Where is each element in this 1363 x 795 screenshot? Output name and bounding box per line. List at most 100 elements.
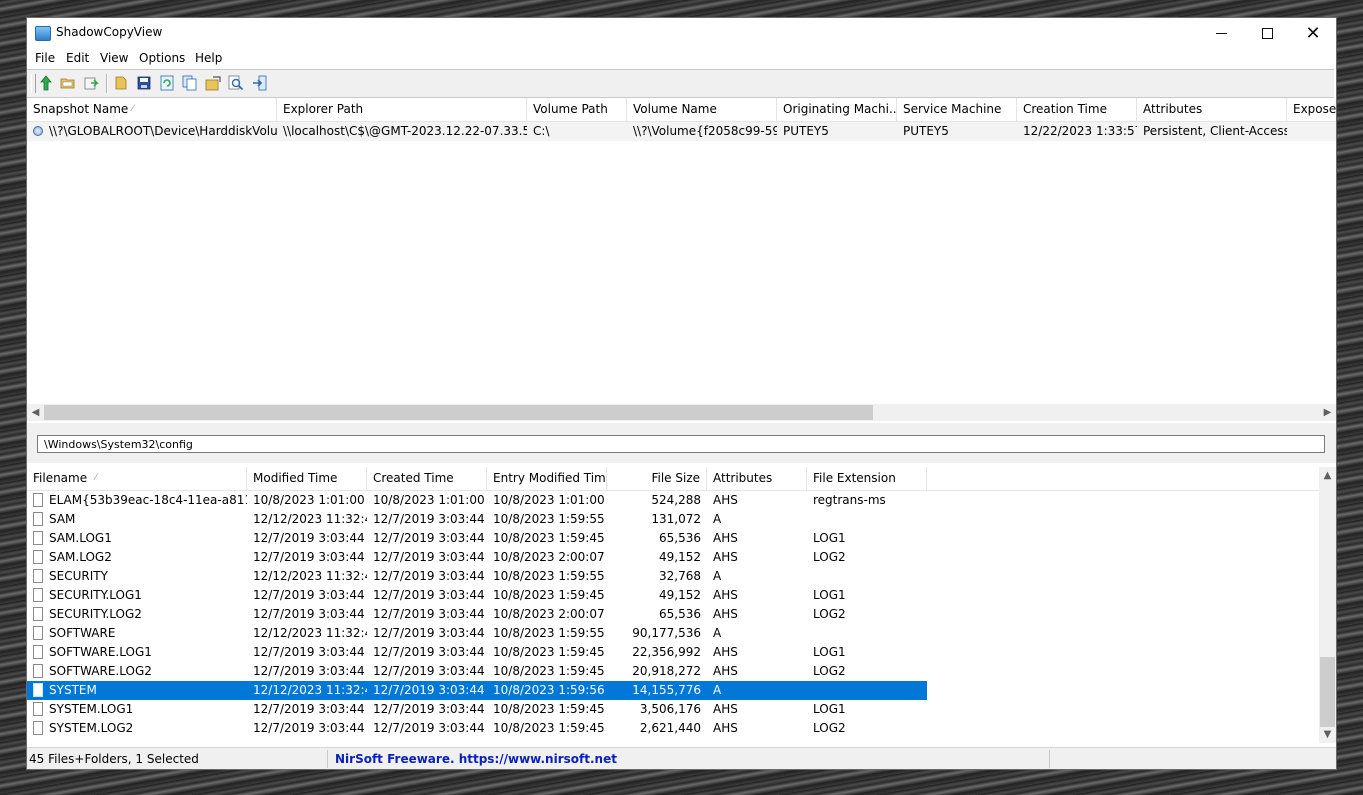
menu-edit[interactable]: Edit bbox=[66, 51, 89, 65]
file-size-cell: 2,621,440 bbox=[639, 721, 701, 735]
file-size-cell: 90,177,536 bbox=[632, 626, 701, 640]
file-row[interactable]: SECURITY.LOG1 12/7/2019 3:03:44 ... 12/7/2… bbox=[27, 586, 1319, 605]
file-size-cell: 14,155,776 bbox=[632, 683, 701, 697]
file-row[interactable]: ELAM{53b39eac-18c4-11ea-a811-0... 10/8/20… bbox=[27, 491, 1319, 510]
toolbar-copy-files-button[interactable] bbox=[82, 74, 100, 92]
close-button[interactable]: ✕ bbox=[1290, 18, 1336, 48]
toolbar bbox=[27, 69, 1334, 98]
attributes-cell: AHS bbox=[713, 607, 738, 621]
file-row[interactable]: SAM 12/12/2023 11:32:4... 12/7/2019 3:03:4… bbox=[27, 510, 1319, 529]
created-time-cell: 10/8/2023 1:01:00 ... bbox=[373, 493, 487, 507]
file-row[interactable]: SOFTWARE.LOG2 12/7/2019 3:03:44 ... 12/7/2… bbox=[27, 662, 1319, 681]
toolbar-find-button[interactable] bbox=[227, 74, 245, 92]
file-row[interactable]: SYSTEM.LOG2 12/7/2019 3:03:44 ... 12/7/201… bbox=[27, 719, 1319, 738]
entry-modified-time-cell: 10/8/2023 1:59:45 ... bbox=[493, 721, 607, 735]
scroll-left-icon[interactable]: ◀ bbox=[27, 404, 44, 421]
file-row[interactable]: SOFTWARE 12/12/2023 11:32:4... 12/7/2019 3… bbox=[27, 624, 1319, 643]
file-row[interactable]: SYSTEM.LOG1 12/7/2019 3:03:44 ... 12/7/201… bbox=[27, 700, 1319, 719]
column-header[interactable]: Explorer Path bbox=[277, 98, 527, 121]
file-row[interactable]: SYSTEM 12/12/2023 11:32:4... 12/7/2019 3:0… bbox=[27, 681, 927, 700]
column-header[interactable]: Modified Time bbox=[247, 467, 367, 490]
column-header[interactable]: Volume Name bbox=[627, 98, 777, 121]
created-time-cell: 12/7/2019 3:03:44 ... bbox=[373, 531, 487, 545]
column-header[interactable]: Volume Path bbox=[527, 98, 627, 121]
menu-options[interactable]: Options bbox=[139, 51, 185, 65]
toolbar-refresh-button[interactable] bbox=[37, 74, 55, 92]
entry-modified-time-cell: 10/8/2023 1:59:45 ... bbox=[493, 645, 607, 659]
scroll-right-icon[interactable]: ▶ bbox=[1319, 404, 1336, 421]
open-folder-icon bbox=[60, 78, 75, 89]
toolbar-exit-button[interactable] bbox=[251, 74, 269, 92]
horizontal-scrollbar[interactable]: ◀ ▶ bbox=[27, 404, 1336, 421]
attributes-cell: AHS bbox=[713, 664, 738, 678]
file-size-cell: 20,918,272 bbox=[632, 664, 701, 678]
attributes-cell: AHS bbox=[713, 645, 738, 659]
file-icon bbox=[33, 588, 43, 602]
toolbar-save-button[interactable] bbox=[135, 74, 153, 92]
path-bar bbox=[27, 423, 1336, 463]
minimize-icon bbox=[1215, 32, 1227, 34]
attributes-cell: A bbox=[713, 626, 722, 640]
toolbar-copy-button[interactable] bbox=[181, 74, 199, 92]
column-header[interactable]: Exposed bbox=[1287, 98, 1336, 121]
column-header[interactable]: Attributes bbox=[707, 467, 807, 490]
file-row[interactable]: SAM.LOG2 12/7/2019 3:03:44 ... 12/7/2019 3… bbox=[27, 548, 1319, 567]
filename-cell: SECURITY.LOG2 bbox=[49, 607, 142, 621]
modified-time-cell: 12/7/2019 3:03:44 ... bbox=[253, 721, 367, 735]
file-row[interactable]: SECURITY 12/12/2023 11:32:4... 12/7/2019 3… bbox=[27, 567, 1319, 586]
filename-cell: SECURITY bbox=[49, 569, 108, 583]
file-size-cell: 22,356,992 bbox=[632, 645, 701, 659]
scrollbar-thumb[interactable] bbox=[44, 405, 873, 420]
file-extension-cell: LOG2 bbox=[813, 607, 846, 621]
snapshot-row[interactable]: \\?\GLOBALROOT\Device\HarddiskVolu... \\… bbox=[27, 122, 1336, 141]
minimize-button[interactable] bbox=[1198, 18, 1244, 48]
menu-view[interactable]: View bbox=[100, 51, 128, 65]
toolbar-folder-button[interactable] bbox=[112, 74, 130, 92]
file-icon bbox=[33, 569, 43, 583]
vertical-scrollbar[interactable]: ▲ ▼ bbox=[1319, 467, 1336, 743]
entry-modified-time-cell: 10/8/2023 1:59:55 ... bbox=[493, 569, 607, 583]
scrollbar-thumb[interactable] bbox=[1320, 657, 1335, 727]
filename-cell: SOFTWARE.LOG2 bbox=[49, 664, 152, 678]
column-header[interactable]: Service Machine bbox=[897, 98, 1017, 121]
sort-arrow-icon: ⁄ bbox=[132, 104, 134, 114]
column-header[interactable]: Snapshot Name ⁄ bbox=[27, 98, 277, 121]
entry-modified-time-cell: 10/8/2023 1:59:55 ... bbox=[493, 512, 607, 526]
file-row[interactable]: SAM.LOG1 12/7/2019 3:03:44 ... 12/7/2019 3… bbox=[27, 529, 1319, 548]
filename-cell: ELAM{53b39eac-18c4-11ea-a811-0... bbox=[49, 493, 247, 507]
menu-file[interactable]: File bbox=[35, 51, 55, 65]
toolbar-properties-button[interactable] bbox=[204, 74, 222, 92]
scroll-up-icon[interactable]: ▲ bbox=[1319, 467, 1336, 484]
menu-help[interactable]: Help bbox=[195, 51, 222, 65]
file-row[interactable]: SOFTWARE.LOG1 12/7/2019 3:03:44 ... 12/7/2… bbox=[27, 643, 1319, 662]
column-header[interactable]: Creation Time bbox=[1017, 98, 1137, 121]
file-icon bbox=[33, 645, 43, 659]
file-extension-cell: LOG1 bbox=[813, 588, 846, 602]
created-time-cell: 12/7/2019 3:03:44 ... bbox=[373, 664, 487, 678]
column-header[interactable]: Entry Modified Time bbox=[487, 467, 607, 490]
scroll-down-icon[interactable]: ▼ bbox=[1319, 726, 1336, 743]
attributes-cell: Persistent, Client-Access... bbox=[1143, 124, 1287, 138]
column-header[interactable]: File Size bbox=[607, 467, 707, 490]
entry-modified-time-cell: 10/8/2023 2:00:07 ... bbox=[493, 550, 607, 564]
path-input[interactable] bbox=[37, 435, 1325, 453]
file-row[interactable]: SECURITY.LOG2 12/7/2019 3:03:44 ... 12/7/2… bbox=[27, 605, 1319, 624]
created-time-cell: 12/7/2019 3:03:44 ... bbox=[373, 645, 487, 659]
file-icon bbox=[33, 607, 43, 621]
sort-arrow-icon: ⁄ bbox=[95, 473, 97, 483]
column-header[interactable]: Created Time bbox=[367, 467, 487, 490]
maximize-button[interactable] bbox=[1244, 18, 1290, 48]
nirsoft-link[interactable]: NirSoft Freeware. https://www.nirsoft.ne… bbox=[335, 752, 617, 766]
modified-time-cell: 12/7/2019 3:03:44 ... bbox=[253, 702, 367, 716]
file-icon bbox=[33, 683, 43, 697]
column-header[interactable]: Originating Machi... bbox=[777, 98, 897, 121]
column-header[interactable]: File Extension bbox=[807, 467, 927, 490]
maximize-icon bbox=[1261, 27, 1273, 39]
toolbar-open-button[interactable] bbox=[59, 74, 77, 92]
toolbar-reload-button[interactable] bbox=[158, 74, 176, 92]
copy-icon bbox=[182, 75, 197, 91]
column-header[interactable]: Attributes bbox=[1137, 98, 1287, 121]
file-icon bbox=[33, 664, 43, 678]
column-header[interactable]: Filename ⁄ bbox=[27, 467, 247, 490]
file-extension-cell: LOG1 bbox=[813, 531, 846, 545]
